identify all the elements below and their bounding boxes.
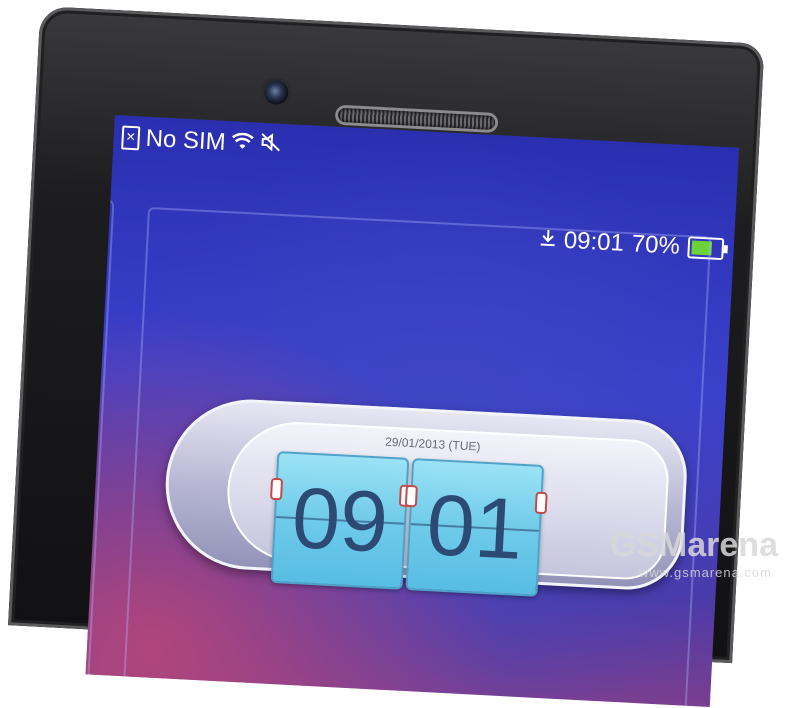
- status-bar: ✕ No SIM 09:01 70%: [112, 115, 739, 261]
- hinge-icon: [534, 491, 548, 515]
- watermark-url: www.gsmarena.com: [638, 565, 772, 580]
- clock-widget-face: 29/01/2013 (TUE) 09 01: [223, 418, 671, 597]
- watermark-logo: GSMarena: [609, 526, 778, 564]
- hinge-icon: [404, 484, 418, 508]
- widget-date: 29/01/2013 (TUE): [384, 434, 481, 454]
- flip-card-minutes: 01: [405, 458, 545, 597]
- carrier-text: No SIM: [145, 124, 227, 156]
- wifi-icon: [231, 130, 254, 157]
- side-panel-left: [85, 198, 115, 684]
- sim-card-icon: ✕: [121, 125, 141, 151]
- home-panel: 29/01/2013 (TUE) 09 01: [122, 206, 712, 708]
- status-bar-left: ✕ No SIM: [121, 123, 282, 159]
- mute-icon: [259, 131, 282, 160]
- flip-card-hours: 09: [270, 451, 410, 590]
- hinge-icon: [269, 477, 284, 501]
- phone-screen: ✕ No SIM 09:01 70% 29/01/2013 (TUE) 09 0…: [85, 115, 740, 708]
- front-camera: [263, 79, 289, 106]
- earpiece-speaker: [337, 107, 496, 130]
